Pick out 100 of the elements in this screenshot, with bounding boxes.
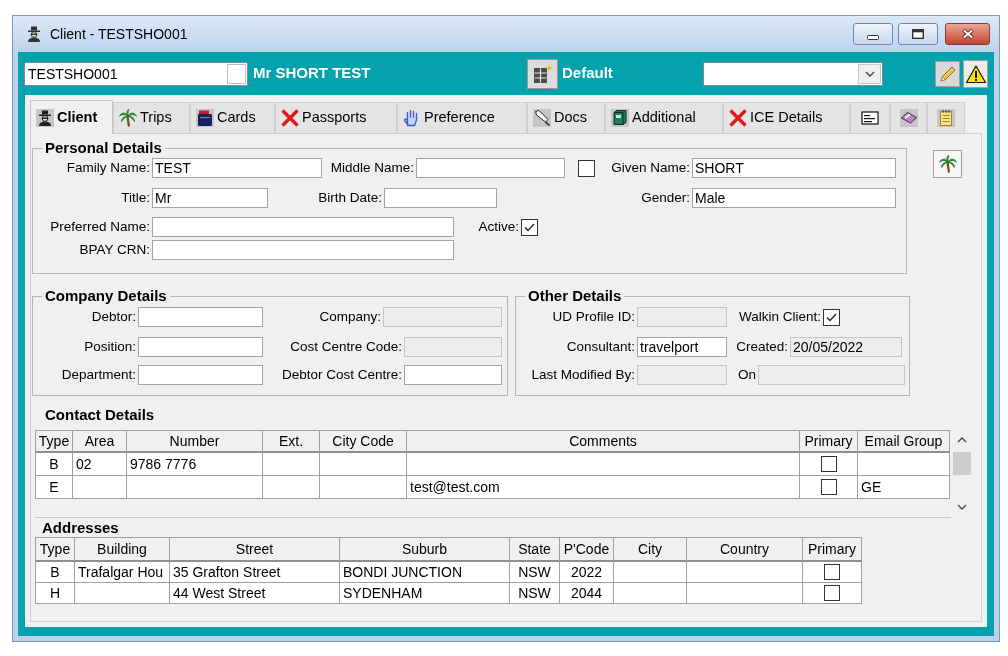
column-header: Ext. — [263, 431, 320, 453]
field-label: Walkin Client: — [738, 307, 821, 326]
column-header: P'Code — [560, 538, 614, 562]
trips-button[interactable] — [933, 150, 962, 178]
scrollbar-thumb[interactable] — [953, 452, 971, 475]
person-icon — [36, 108, 54, 127]
text-field[interactable]: TEST — [152, 158, 322, 178]
field-label: Family Name: — [66, 158, 150, 177]
tab[interactable]: Cards — [190, 102, 275, 133]
column-header: City — [614, 538, 687, 562]
checkmark-icon — [826, 312, 837, 322]
section-title: Contact Details — [45, 407, 155, 423]
text-field[interactable] — [404, 365, 502, 385]
group-title: Other Details — [527, 288, 623, 304]
group-title: Personal Details — [44, 140, 163, 156]
client-name: Mr SHORT TEST — [253, 63, 371, 84]
table-cell: H — [36, 583, 75, 604]
checkbox[interactable] — [578, 159, 595, 177]
table-cell: SYDENHAM — [340, 583, 510, 604]
text-field[interactable]: SHORT — [692, 158, 896, 178]
pen-icon — [533, 109, 551, 127]
text-field[interactable]: Male — [692, 188, 896, 208]
pencil-icon — [938, 64, 957, 83]
column-header: State — [510, 538, 560, 562]
warning-icon — [965, 64, 986, 83]
checkbox[interactable] — [824, 564, 840, 580]
tab[interactable]: Passports — [275, 102, 397, 133]
tab[interactable] — [850, 102, 890, 133]
text-field[interactable]: travelport — [637, 337, 727, 357]
checkbox[interactable] — [820, 456, 837, 472]
cross-icon — [281, 109, 299, 127]
tab[interactable]: Client — [30, 100, 113, 134]
field-label: Last Modified By: — [531, 365, 635, 384]
dropdown-field[interactable] — [703, 61, 883, 86]
window-title: Client - TESTSHO001 — [50, 24, 188, 44]
table-cell: 2044 — [560, 583, 614, 604]
field-label: Birth Date: — [318, 188, 382, 207]
table-cell: BONDI JUNCTION — [340, 562, 510, 583]
close-button[interactable] — [945, 23, 990, 45]
table-cell: Trafalgar Hou — [75, 562, 170, 583]
checkbox[interactable] — [820, 479, 837, 495]
tab[interactable]: Preference — [397, 102, 527, 133]
column-header: Type — [36, 538, 75, 562]
column-header: Country — [687, 538, 803, 562]
chevron-down-icon — [864, 70, 875, 77]
group-title: Company Details — [44, 288, 168, 304]
field-label: Middle Name: — [330, 158, 414, 177]
table-cell: GE — [858, 476, 950, 499]
text-field[interactable] — [152, 217, 454, 237]
field-label: Title: — [121, 188, 150, 207]
palm-tree-icon — [119, 109, 137, 127]
table-cell — [73, 476, 127, 499]
text-field[interactable]: Mr — [152, 188, 268, 208]
notepad-icon — [937, 109, 955, 127]
column-header: Suburb — [340, 538, 510, 562]
table-cell: NSW — [510, 562, 560, 583]
minimize-button[interactable] — [853, 23, 893, 45]
column-header: Building — [75, 538, 170, 562]
section-title: Addresses — [42, 520, 119, 536]
table-icon — [532, 63, 553, 84]
field-label: Preferred Name: — [50, 217, 150, 236]
checkbox[interactable] — [823, 308, 840, 326]
palm-tree-icon — [938, 155, 957, 173]
table-button[interactable] — [527, 58, 558, 89]
column-header: Area — [73, 431, 127, 453]
column-header: Number — [127, 431, 263, 453]
column-header: Type — [36, 431, 73, 453]
column-header: Primary — [803, 538, 862, 562]
text-field[interactable] — [138, 337, 263, 357]
tab[interactable]: Trips — [113, 102, 190, 133]
field-label: Consultant: — [566, 337, 635, 356]
close-icon — [961, 29, 974, 39]
column-header: Comments — [407, 431, 800, 453]
field-label: Cost Centre Code: — [290, 337, 402, 356]
text-field[interactable] — [138, 365, 263, 385]
field-label: Position: — [84, 337, 136, 356]
text-field[interactable] — [152, 240, 454, 260]
minimize-icon — [867, 34, 879, 40]
table-cell: 9786 7776 — [127, 453, 263, 476]
field-label: Gender: — [641, 188, 690, 207]
chevron-down-icon — [957, 504, 967, 510]
column-header: City Code — [320, 431, 407, 453]
field-label: Active: — [478, 217, 519, 236]
client-code-field[interactable]: TESTSHO001 — [24, 61, 248, 86]
tab[interactable]: Additional — [605, 102, 723, 133]
field-label: Given Name: — [611, 158, 690, 177]
warning-button[interactable] — [963, 59, 988, 88]
text-field[interactable] — [416, 158, 565, 178]
text-field[interactable] — [138, 307, 263, 327]
tab[interactable]: ICE Details — [723, 102, 850, 133]
field-label: Department: — [61, 365, 136, 384]
maximize-icon — [912, 29, 924, 39]
checkbox[interactable] — [824, 585, 840, 601]
cross-icon — [729, 109, 747, 127]
checkbox[interactable] — [521, 218, 538, 236]
tab[interactable]: Docs — [527, 102, 605, 133]
text-field[interactable] — [384, 188, 497, 208]
field-label: Debtor: — [91, 307, 136, 326]
profile-name: Default — [562, 63, 613, 84]
maximize-button[interactable] — [898, 23, 938, 45]
